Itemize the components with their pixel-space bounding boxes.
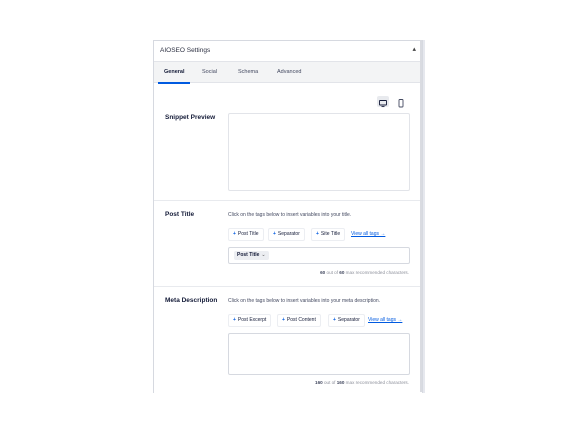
panel-title: AIOSEO Settings — [160, 47, 211, 54]
meta-description-counter: 160 out of 160 max recommended character… — [315, 380, 409, 385]
tab-schema[interactable]: Schema — [238, 69, 258, 75]
mobile-icon — [398, 99, 404, 108]
section-divider — [154, 286, 422, 287]
post-title-helper: Click on the tags below to insert variab… — [228, 212, 352, 218]
token-label: Post Title — [237, 252, 260, 258]
snippet-preview-box — [228, 113, 410, 191]
post-title-input[interactable]: Post Title ⌄ — [228, 247, 410, 264]
scrollbar[interactable] — [420, 40, 422, 392]
counter-text: out of — [322, 380, 337, 385]
snippet-preview-label: Snippet Preview — [165, 114, 216, 121]
collapse-icon[interactable]: ▴ — [412, 45, 416, 53]
counter-text: max recommended characters. — [344, 380, 409, 385]
plus-icon: + — [333, 317, 336, 323]
counter-text: out of — [325, 270, 340, 275]
plus-icon: + — [273, 231, 276, 237]
counter-text: max recommended characters. — [344, 270, 409, 275]
tag-label: Post Content — [286, 317, 316, 323]
tag-post-excerpt[interactable]: + Post Excerpt — [228, 314, 272, 327]
chevron-down-icon: ⌄ — [261, 252, 266, 258]
tag-post-title[interactable]: + Post Title — [228, 228, 264, 241]
view-all-tags-link[interactable]: View all tags → — [368, 317, 402, 323]
tag-post-content[interactable]: + Post Content — [277, 314, 321, 327]
section-divider — [154, 200, 422, 201]
post-title-label: Post Title — [165, 211, 195, 218]
tag-separator[interactable]: + Separator — [268, 228, 305, 241]
post-title-counter: 60 out of 60 max recommended characters. — [320, 270, 409, 275]
plus-icon: + — [233, 317, 236, 323]
tag-label: Post Excerpt — [237, 317, 267, 323]
desktop-icon — [379, 100, 387, 108]
tab-advanced[interactable]: Advanced — [277, 69, 301, 75]
settings-tabs: General Social Schema Advanced — [154, 62, 422, 84]
plus-icon: + — [233, 231, 236, 237]
desktop-preview-button[interactable] — [377, 96, 389, 108]
aioseo-settings-panel: AIOSEO Settings ▴ General Social Schema … — [153, 40, 423, 393]
meta-description-input[interactable] — [228, 333, 410, 375]
tag-label: Separator — [277, 231, 300, 237]
panel-header[interactable]: AIOSEO Settings ▴ — [154, 41, 422, 62]
post-title-token[interactable]: Post Title ⌄ — [234, 251, 269, 260]
plus-icon: + — [316, 231, 319, 237]
tag-label: Site Title — [320, 231, 341, 237]
tag-label: Separator — [337, 317, 360, 323]
tab-social[interactable]: Social — [202, 69, 217, 75]
tag-site-title[interactable]: + Site Title — [311, 228, 346, 241]
meta-description-helper: Click on the tags below to insert variab… — [228, 298, 381, 304]
plus-icon: + — [282, 317, 285, 323]
counter-count: 160 — [315, 380, 323, 385]
tag-separator[interactable]: + Separator — [328, 314, 365, 327]
mobile-preview-button[interactable] — [395, 96, 407, 108]
tab-general[interactable]: General — [157, 69, 192, 84]
view-all-tags-link[interactable]: View all tags → — [351, 231, 385, 237]
tag-label: Post Title — [237, 231, 259, 237]
meta-description-label: Meta Description — [165, 297, 218, 304]
